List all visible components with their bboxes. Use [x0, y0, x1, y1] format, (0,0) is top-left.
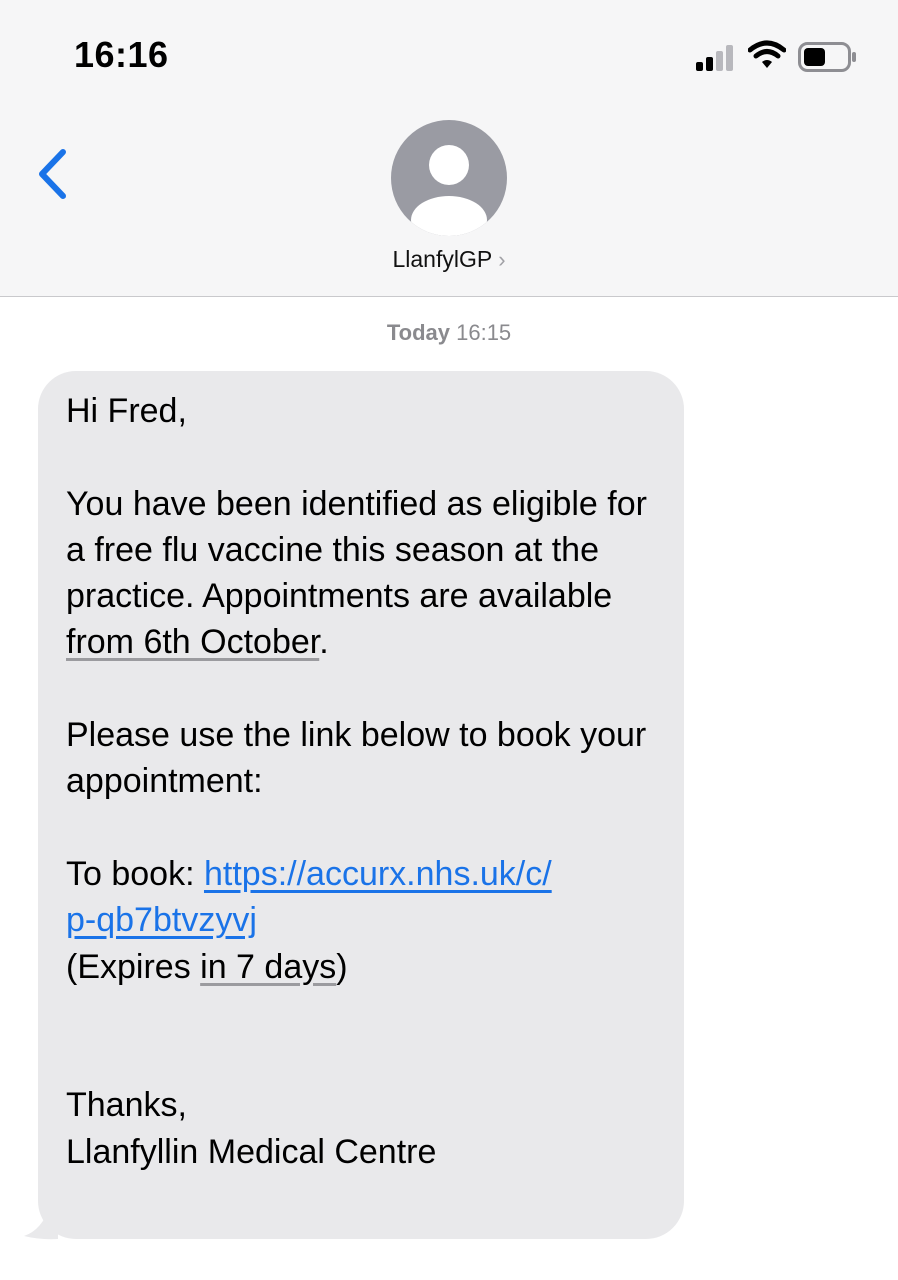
booking-link-line-2[interactable]: p-qb7btvzyvj [66, 901, 257, 939]
timestamp-day: Today [386, 320, 450, 345]
conversation-header: 16:16 LlanfylGP › [0, 0, 898, 297]
back-button[interactable] [30, 146, 80, 202]
wifi-icon [748, 40, 786, 68]
message-body-lead: You have been identified as eligible for… [66, 484, 647, 616]
book-label: To book: [66, 854, 204, 893]
message-greeting: Hi Fred, [66, 392, 187, 430]
contact-name-button[interactable]: LlanfylGP › [0, 246, 898, 273]
message-instruction: Please use the link below to book your a… [66, 716, 647, 801]
message-body-end: . [319, 623, 329, 662]
message-text: Hi Fred, You have been identified as eli… [66, 388, 666, 1175]
expiry-open: (Expires [66, 947, 201, 986]
timestamp-time: 16:15 [456, 320, 512, 345]
message-body: You have been identified as eligible for… [66, 481, 666, 666]
date-link[interactable]: from 6th October [66, 623, 319, 661]
expiry-note: (Expires in 7 days) [66, 944, 666, 990]
message-signoff: Thanks, [66, 1086, 187, 1125]
bubble-tail [24, 1206, 58, 1240]
booking-line: To book: https://accurx.nhs.uk/c/p-qb7bt… [66, 851, 666, 944]
battery-icon [798, 42, 856, 72]
chevron-left-icon [39, 149, 66, 199]
signal-icon [696, 45, 733, 71]
message-timestamp: Today 16:15 [0, 320, 898, 346]
message-signature: Llanfyllin Medical Centre [66, 1132, 437, 1171]
chevron-right-icon: › [498, 247, 506, 272]
expiry-close: ) [336, 947, 348, 986]
expiry-duration-link[interactable]: in 7 days [200, 948, 336, 986]
contact-name: LlanfylGP [392, 246, 493, 272]
status-time: 16:16 [74, 34, 169, 75]
booking-link-line-1[interactable]: https://accurx.nhs.uk/c/ [204, 855, 552, 893]
avatar[interactable] [391, 120, 507, 236]
